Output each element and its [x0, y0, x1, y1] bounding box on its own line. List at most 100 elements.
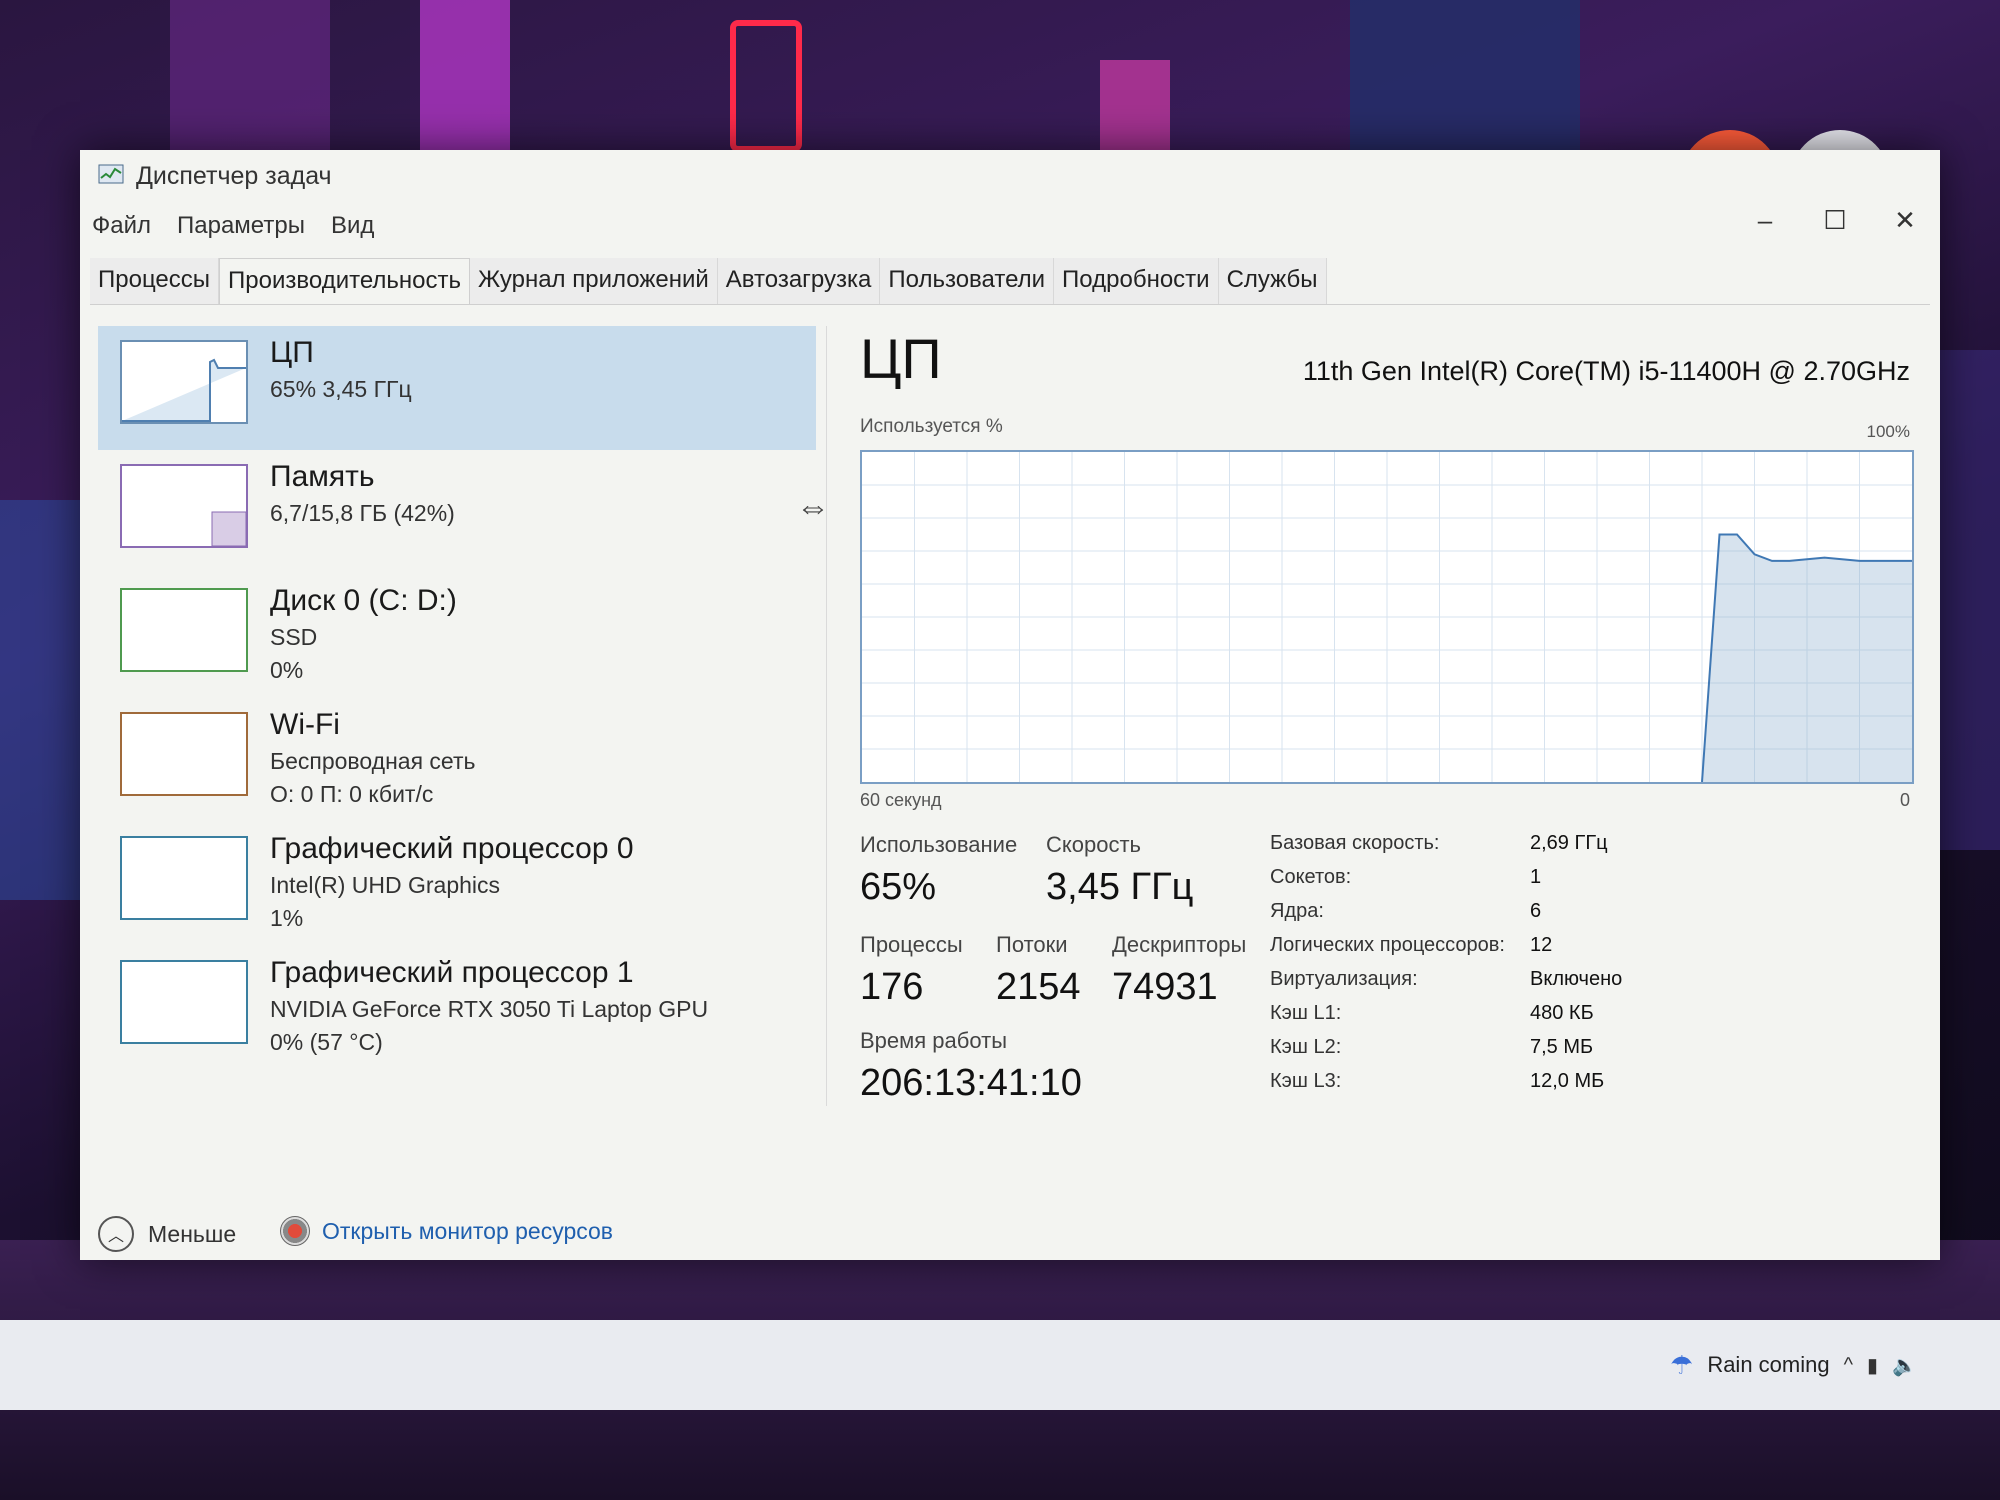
disk-mini-graph	[120, 588, 248, 672]
gpu1-mini-graph	[120, 960, 248, 1044]
sidebar-item-sub: Беспроводная сеть	[270, 748, 476, 774]
umbrella-icon[interactable]: ☂	[1670, 1350, 1693, 1381]
uptime-stat: Время работы 206:13:41:10	[860, 1028, 1082, 1105]
tab-app-history[interactable]: Журнал приложений	[469, 258, 718, 304]
sidebar-item-title: Диск 0 (C: D:)	[270, 584, 457, 617]
close-button[interactable]: ✕	[1870, 198, 1940, 242]
sidebar-item-sub: SSD	[270, 624, 318, 650]
sidebar-item-disk[interactable]: Диск 0 (C: D:) SSD 0%	[98, 574, 816, 698]
sidebar-item-sub: Intel(R) UHD Graphics	[270, 872, 501, 898]
network-icon[interactable]: ▮	[1867, 1353, 1878, 1378]
usage-label: Использование	[860, 832, 1018, 857]
system-tray: ☂ Rain coming ^ ▮ 🔈	[1670, 1340, 2000, 1390]
spec-key: Кэш L2:	[1270, 1035, 1342, 1058]
spec-row: Сокетов: 1	[1270, 860, 1710, 894]
processes-value: 176	[860, 966, 924, 1008]
spec-key: Базовая скорость:	[1270, 831, 1440, 854]
task-manager-window: Диспетчер задач – ☐ ✕ Файл Параметры Вид…	[80, 150, 1940, 1260]
sidebar-item-gpu1[interactable]: Графический процессор 1 NVIDIA GeForce R…	[98, 946, 816, 1070]
usage-stat: Использование 65%	[860, 832, 1017, 909]
menu-options[interactable]: Параметры	[175, 208, 307, 244]
sidebar-item-title: Память	[270, 460, 375, 493]
panel-divider[interactable]	[826, 326, 827, 1106]
sidebar-item-sub2: 0% (57 °C)	[270, 1029, 383, 1055]
open-resource-monitor-label: Открыть монитор ресурсов	[322, 1217, 614, 1244]
menu-file[interactable]: Файл	[90, 208, 153, 244]
usage-value: 65%	[860, 866, 937, 908]
maximize-button[interactable]: ☐	[1800, 198, 1870, 242]
handles-stat: Дескрипторы 74931	[1112, 932, 1246, 1009]
task-manager-icon	[98, 164, 124, 184]
graph-min-label: 0	[1899, 790, 1910, 810]
spec-row: Логических процессоров: 12	[1270, 928, 1710, 962]
threads-value: 2154	[996, 966, 1081, 1008]
spec-value: 480 КБ	[1530, 1001, 1594, 1024]
spec-value: 12	[1530, 933, 1553, 956]
processes-stat: Процессы 176	[860, 932, 963, 1009]
tab-services[interactable]: Службы	[1218, 258, 1327, 304]
sidebar-item-gpu0[interactable]: Графический процессор 0 Intel(R) UHD Gra…	[98, 822, 816, 946]
graph-max-label: 100%	[1866, 422, 1910, 441]
sidebar-item-sub2: 0%	[270, 657, 304, 683]
sidebar-item-wifi[interactable]: Wi-Fi Беспроводная сеть О: 0 П: 0 кбит/с	[98, 698, 816, 822]
sidebar-item-sub: 6,7/15,8 ГБ (42%)	[270, 500, 455, 526]
spec-row: Базовая скорость: 2,69 ГГц	[1270, 826, 1710, 860]
spec-row: Кэш L1: 480 КБ	[1270, 996, 1710, 1030]
title-bar[interactable]: Диспетчер задач	[80, 150, 1940, 198]
tab-performance[interactable]: Производительность	[219, 258, 470, 304]
menu-bar: Файл Параметры Вид	[90, 208, 376, 244]
cpu-mini-graph	[120, 340, 248, 424]
handles-label: Дескрипторы	[1112, 932, 1247, 957]
wifi-mini-graph	[120, 712, 248, 796]
tab-details[interactable]: Подробности	[1054, 258, 1219, 304]
sidebar-item-memory[interactable]: Память 6,7/15,8 ГБ (42%)	[98, 450, 816, 574]
spec-row: Кэш L2: 7,5 МБ	[1270, 1030, 1710, 1064]
tab-bar: Процессы Производительность Журнал прило…	[90, 258, 1930, 305]
spec-key: Кэш L3:	[1270, 1069, 1342, 1092]
weather-text[interactable]: Rain coming	[1707, 1352, 1829, 1378]
spec-value: 1	[1530, 865, 1542, 888]
speaker-icon[interactable]: 🔈	[1892, 1353, 1917, 1378]
resize-splitter-icon[interactable]: ⇔	[796, 488, 830, 527]
tab-users[interactable]: Пользователи	[880, 258, 1055, 304]
open-resource-monitor-link[interactable]: Открыть монитор ресурсов	[280, 1216, 613, 1246]
sidebar-item-cpu[interactable]: ЦП 65% 3,45 ГГц	[98, 326, 816, 450]
spec-key: Кэш L1:	[1270, 1001, 1342, 1024]
window-title: Диспетчер задач	[136, 162, 332, 190]
threads-label: Потоки	[996, 932, 1068, 957]
resource-list: ЦП 65% 3,45 ГГц Память 6,7/15,8 ГБ (42%)…	[98, 326, 816, 1106]
spec-value: 12,0 МБ	[1530, 1069, 1605, 1092]
sidebar-item-sub: 65% 3,45 ГГц	[270, 376, 412, 402]
graph-label: Используется %	[860, 416, 1003, 437]
tab-startup[interactable]: Автозагрузка	[717, 258, 881, 304]
tab-processes[interactable]: Процессы	[90, 258, 220, 304]
cpu-usage-graph	[860, 450, 1914, 784]
window-controls: – ☐ ✕	[1730, 198, 1940, 242]
spec-value: Включено	[1530, 967, 1623, 990]
spec-value: 7,5 МБ	[1530, 1035, 1594, 1058]
minimize-button[interactable]: –	[1730, 198, 1800, 242]
chevron-up-icon: ︿	[98, 1216, 134, 1252]
threads-stat: Потоки 2154	[996, 932, 1081, 1009]
fewer-details-button[interactable]: ︿ Меньше	[98, 1216, 236, 1252]
sidebar-item-title: Wi-Fi	[270, 708, 340, 741]
resource-monitor-icon	[280, 1216, 310, 1246]
sidebar-item-sub2: О: 0 П: 0 кбит/с	[270, 781, 434, 807]
sidebar-item-sub: NVIDIA GeForce RTX 3050 Ti Laptop GPU	[270, 996, 709, 1022]
spec-row: Кэш L3: 12,0 МБ	[1270, 1064, 1710, 1098]
spec-key: Ядра:	[1270, 899, 1324, 922]
spec-row: Ядра: 6	[1270, 894, 1710, 928]
menu-view[interactable]: Вид	[329, 208, 376, 244]
cpu-model-name: 11th Gen Intel(R) Core(TM) i5-11400H @ 2…	[1302, 356, 1910, 386]
processes-label: Процессы	[860, 932, 963, 957]
cpu-detail-panel: ЦП 11th Gen Intel(R) Core(TM) i5-11400H …	[860, 326, 1914, 1126]
fewer-details-label: Меньше	[148, 1220, 237, 1247]
page-title: ЦП	[860, 327, 942, 390]
spec-key: Виртуализация:	[1270, 967, 1418, 990]
speed-stat: Скорость 3,45 ГГц	[1046, 832, 1193, 909]
speed-label: Скорость	[1046, 832, 1142, 857]
graph-time-label: 60 секунд	[860, 790, 942, 810]
chevron-up-icon[interactable]: ^	[1844, 1354, 1853, 1377]
spec-value: 6	[1530, 899, 1542, 922]
spec-row: Виртуализация: Включено	[1270, 962, 1710, 996]
